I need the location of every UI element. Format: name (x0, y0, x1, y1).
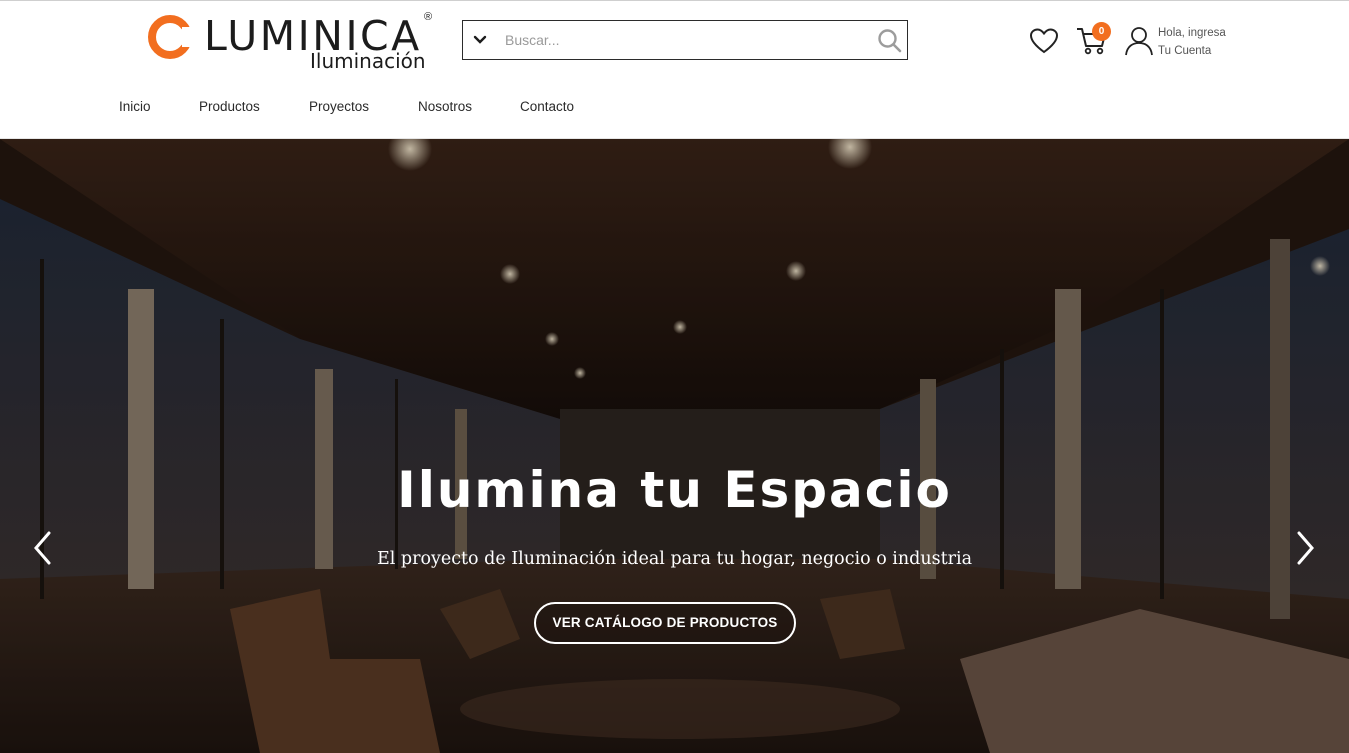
hero-slider: Ilumina tu Espacio El proyecto de Ilumin… (0, 139, 1349, 753)
site-header: LUMINICA ® Iluminación 0 Hola, ingresa T… (0, 1, 1349, 139)
nav-item-nosotros[interactable]: Nosotros (418, 99, 472, 114)
chevron-down-icon[interactable] (472, 33, 488, 52)
account-greeting: Hola, ingresa (1158, 27, 1226, 39)
nav-item-productos[interactable]: Productos (199, 99, 260, 114)
account-link[interactable]: Hola, ingresa Tu Cuenta (1158, 24, 1226, 60)
nav-item-proyectos[interactable]: Proyectos (309, 99, 369, 114)
nav-item-inicio[interactable]: Inicio (119, 99, 151, 114)
brand-subtitle: Iluminación (310, 49, 426, 73)
search-bar (462, 20, 908, 60)
catalog-button[interactable]: VER CATÁLOGO DE PRODUCTOS (534, 602, 796, 644)
brand-logo[interactable]: LUMINICA ® Iluminación (146, 11, 438, 73)
search-icon[interactable] (877, 28, 903, 59)
account-label: Tu Cuenta (1158, 45, 1212, 57)
user-icon[interactable] (1124, 25, 1154, 62)
nav-item-contacto[interactable]: Contacto (520, 99, 574, 114)
cart-count-badge: 0 (1092, 22, 1111, 41)
hero-subtitle: El proyecto de Iluminación ideal para tu… (376, 549, 973, 569)
logo-ring-icon (148, 15, 202, 59)
search-input[interactable] (505, 29, 865, 51)
hero-title: Ilumina tu Espacio (397, 461, 952, 519)
hero-overlay (0, 139, 1349, 753)
registered-mark: ® (424, 11, 433, 23)
heart-icon[interactable] (1029, 27, 1059, 60)
